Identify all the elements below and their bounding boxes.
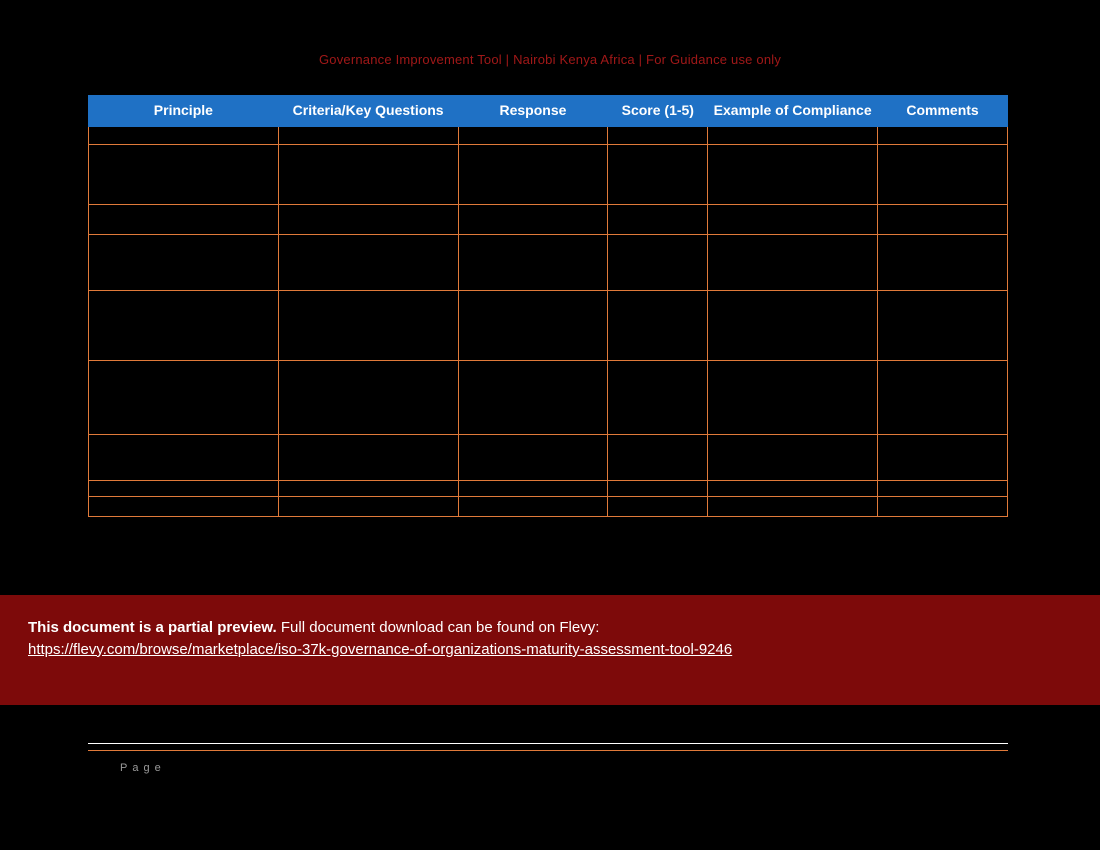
cell-comments (878, 290, 1008, 360)
cell-criteria (278, 290, 458, 360)
cell-example (708, 290, 878, 360)
cell-example (708, 360, 878, 434)
cell-score (608, 434, 708, 480)
cell-principle (89, 496, 279, 516)
cell-response (458, 144, 608, 204)
cell-criteria (278, 434, 458, 480)
cell-principle (89, 480, 279, 496)
col-header-principle: Principle (89, 96, 279, 127)
cell-criteria (278, 126, 458, 144)
cell-criteria (278, 144, 458, 204)
cell-example (708, 434, 878, 480)
cell-response (458, 234, 608, 290)
footer-page-label: Page (120, 762, 166, 774)
preview-link[interactable]: https://flevy.com/browse/marketplace/iso… (28, 641, 732, 658)
cell-score (608, 290, 708, 360)
col-header-score: Score (1-5) (608, 96, 708, 127)
cell-example (708, 204, 878, 234)
table-row (89, 480, 1008, 496)
col-header-response: Response (458, 96, 608, 127)
cell-score (608, 480, 708, 496)
cell-score (608, 496, 708, 516)
cell-comments (878, 434, 1008, 480)
cell-example (708, 496, 878, 516)
cell-response (458, 480, 608, 496)
document-header: Governance Improvement Tool | Nairobi Ke… (0, 52, 1100, 67)
table-row (89, 204, 1008, 234)
table-row (89, 360, 1008, 434)
cell-comments (878, 144, 1008, 204)
table-row (89, 496, 1008, 516)
cell-comments (878, 204, 1008, 234)
cell-comments (878, 126, 1008, 144)
preview-bold-text: This document is a partial preview. (28, 619, 277, 636)
cell-response (458, 204, 608, 234)
cell-principle (89, 234, 279, 290)
bottom-rule (88, 743, 1008, 751)
cell-score (608, 360, 708, 434)
cell-comments (878, 480, 1008, 496)
table-body (89, 126, 1008, 516)
cell-principle (89, 290, 279, 360)
table-row (89, 434, 1008, 480)
cell-response (458, 360, 608, 434)
cell-response (458, 126, 608, 144)
cell-response (458, 496, 608, 516)
cell-principle (89, 360, 279, 434)
cell-score (608, 126, 708, 144)
cell-criteria (278, 480, 458, 496)
cell-principle (89, 434, 279, 480)
cell-principle (89, 126, 279, 144)
col-header-example: Example of Compliance (708, 96, 878, 127)
cell-criteria (278, 204, 458, 234)
table-header-row: Principle Criteria/Key Questions Respons… (89, 96, 1008, 127)
cell-example (708, 234, 878, 290)
col-header-comments: Comments (878, 96, 1008, 127)
col-header-criteria: Criteria/Key Questions (278, 96, 458, 127)
cell-criteria (278, 360, 458, 434)
cell-score (608, 204, 708, 234)
cell-comments (878, 234, 1008, 290)
cell-example (708, 480, 878, 496)
preview-rest-text: Full document download can be found on F… (277, 619, 600, 636)
cell-response (458, 434, 608, 480)
cell-score (608, 144, 708, 204)
cell-comments (878, 496, 1008, 516)
cell-response (458, 290, 608, 360)
table-row (89, 126, 1008, 144)
table-row (89, 234, 1008, 290)
cell-criteria (278, 496, 458, 516)
cell-comments (878, 360, 1008, 434)
cell-example (708, 144, 878, 204)
table-row (89, 144, 1008, 204)
preview-banner: This document is a partial preview. Full… (0, 595, 1100, 705)
cell-principle (89, 144, 279, 204)
cell-example (708, 126, 878, 144)
assessment-table-container: Principle Criteria/Key Questions Respons… (88, 95, 1008, 517)
cell-criteria (278, 234, 458, 290)
cell-score (608, 234, 708, 290)
assessment-table: Principle Criteria/Key Questions Respons… (88, 95, 1008, 517)
cell-principle (89, 204, 279, 234)
table-row (89, 290, 1008, 360)
